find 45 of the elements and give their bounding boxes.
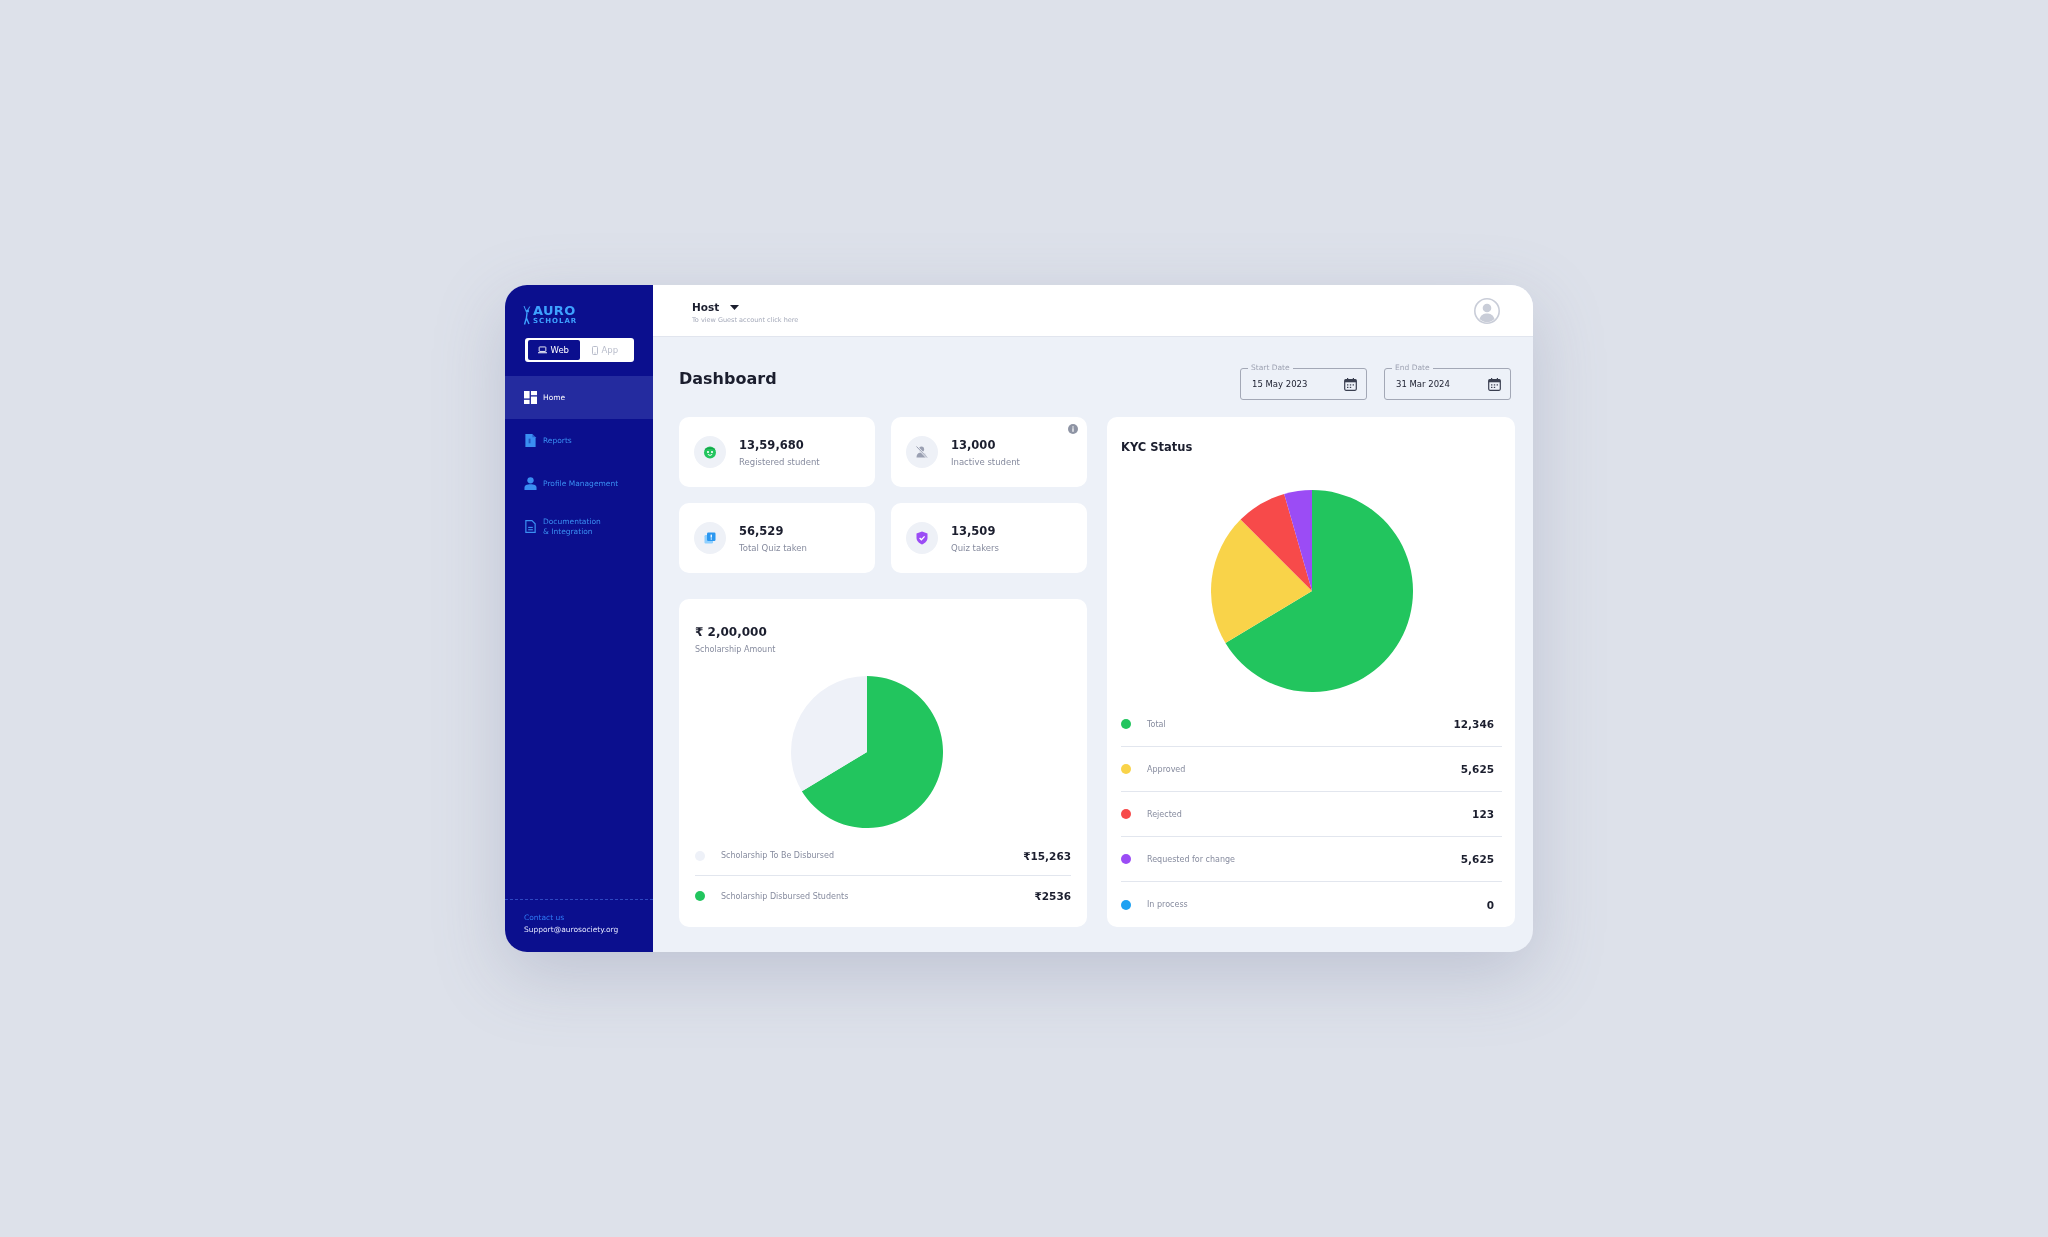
stacked-cards-icon: [694, 522, 726, 554]
stat-value: 56,529: [739, 523, 784, 538]
scholarship-label: Scholarship Amount: [695, 645, 776, 654]
stat-value: 13,000: [951, 437, 996, 452]
legend-label: Rejected: [1147, 809, 1182, 819]
legend-value: 5,625: [1460, 763, 1495, 775]
legend-label: Requested for change: [1147, 854, 1236, 864]
scholarship-amount: ₹ 2,00,000: [695, 625, 767, 639]
stat-value: 13,509: [951, 523, 996, 538]
info-icon[interactable]: [1068, 424, 1078, 434]
legend-label: Scholarship To Be Disbursed: [721, 851, 834, 860]
legend-label: Total: [1147, 719, 1166, 729]
legend-value: ₹15,263: [1023, 849, 1071, 862]
person-figure-icon: [523, 304, 531, 326]
stat-value: 13,59,680: [739, 437, 804, 452]
person-icon: [524, 477, 537, 490]
legend-value: 12,346: [1453, 718, 1495, 730]
stat-label: Total Quiz taken: [739, 542, 807, 553]
calendar-icon: [1344, 377, 1357, 391]
legend-label: In process: [1147, 900, 1188, 909]
face-icon: [694, 436, 726, 468]
logo-wordmark: AURO: [533, 304, 576, 317]
document-icon: [524, 434, 537, 447]
calendar-icon: [1488, 377, 1501, 391]
legend-value: 123: [1472, 808, 1495, 820]
kyc-title: KYC Status: [1121, 440, 1193, 455]
person-slash-icon: [906, 436, 938, 468]
legend-label: Approved: [1147, 764, 1186, 774]
phone-icon: [592, 345, 599, 355]
stat-label: Registered student: [739, 456, 820, 467]
caret-down-icon: [730, 304, 740, 310]
grid-icon: [524, 391, 537, 404]
legend-value: ₹2536: [1034, 890, 1071, 902]
platform-tab[interactable]: Web: [528, 340, 580, 360]
stat-label: Inactive student: [951, 456, 1020, 467]
legend-value: 0: [1486, 898, 1495, 911]
shield-check-icon: [906, 522, 938, 554]
account-dropdown[interactable]: Host: [692, 301, 740, 313]
page-title: Dashboard: [679, 368, 777, 388]
user-avatar-icon[interactable]: [1474, 297, 1500, 324]
legend-value: 5,625: [1460, 853, 1495, 865]
laptop-icon: [538, 346, 548, 354]
legend-label: Scholarship Disbursed Students: [721, 891, 849, 901]
document-lines-icon: [524, 520, 537, 533]
stat-label: Quiz takers: [951, 542, 999, 553]
